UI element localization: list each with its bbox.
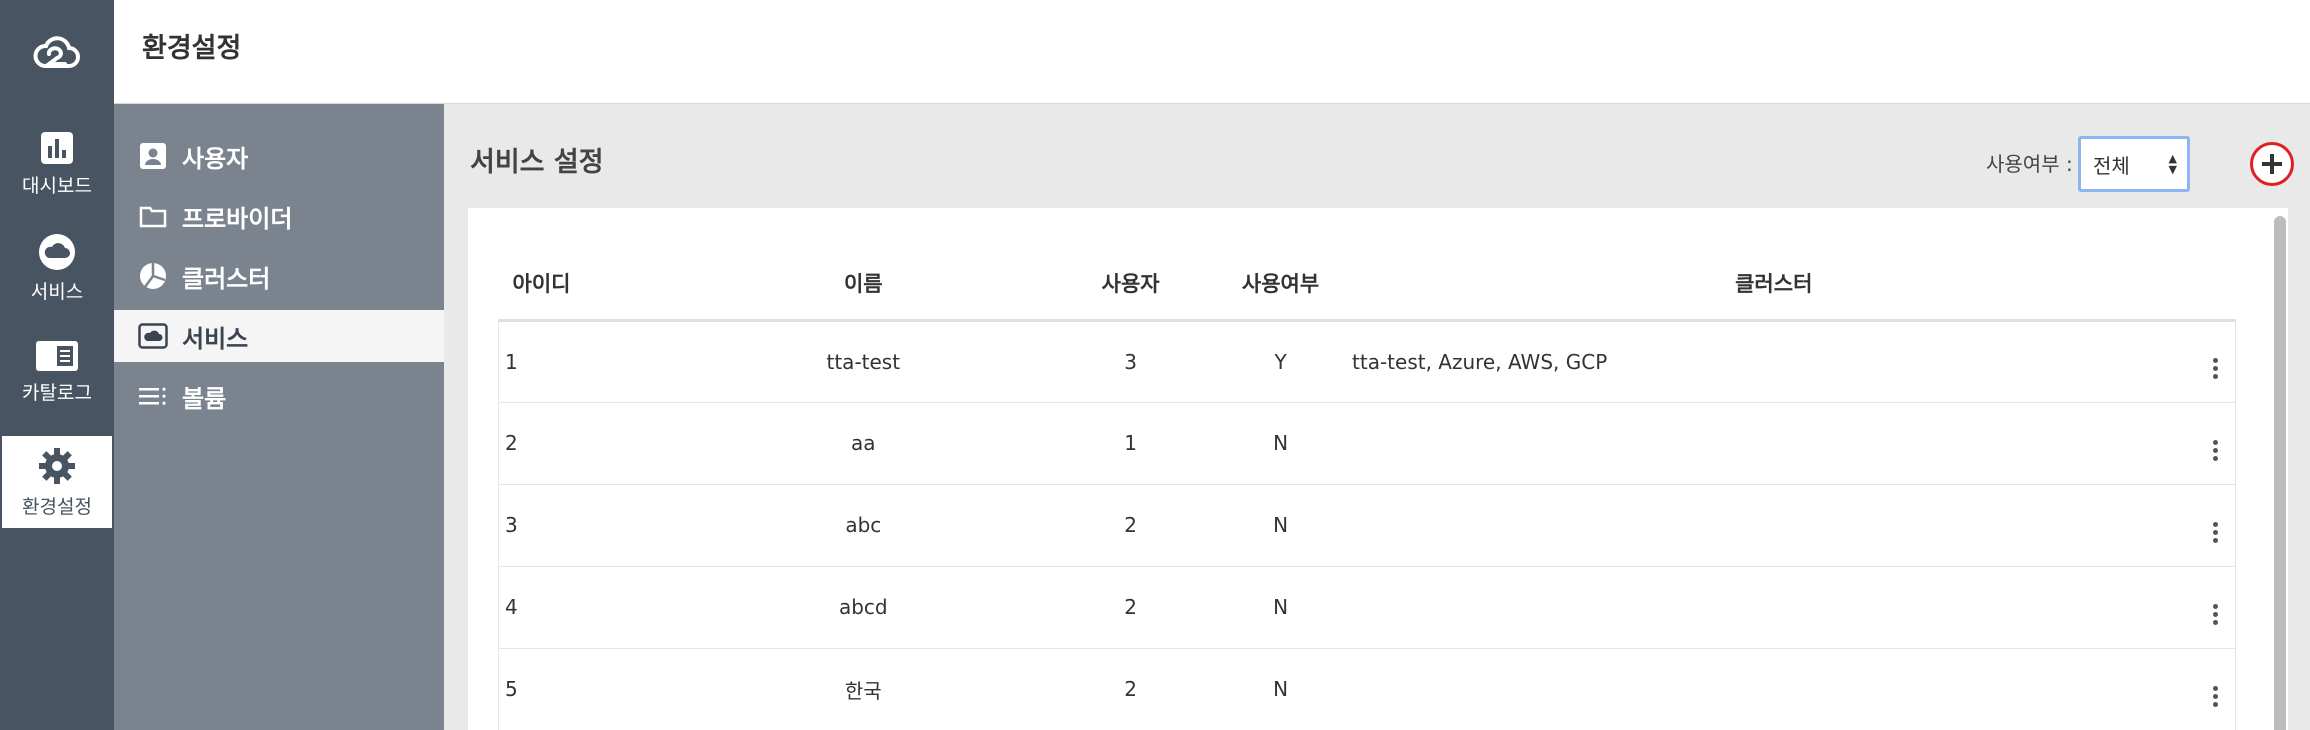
use-filter-label: 사용여부 : bbox=[1986, 152, 2073, 176]
cell-name: aa bbox=[851, 431, 876, 455]
gear-icon bbox=[39, 447, 75, 484]
table-header-row: 아이디 이름 사용자 사용여부 클러스터 bbox=[498, 248, 2236, 322]
submenu-item-label: 서비스 bbox=[182, 324, 249, 353]
cell-use: Y bbox=[1274, 349, 1287, 374]
icon-rail: 대시보드 서비스 카탈로그 환경설정 bbox=[0, 104, 114, 730]
column-header-id[interactable]: 아이디 bbox=[498, 248, 699, 322]
cell-cluster bbox=[1328, 484, 2195, 566]
logo[interactable] bbox=[0, 0, 114, 104]
cell-users: 2 bbox=[1124, 513, 1137, 537]
folder-icon bbox=[138, 201, 168, 231]
table-row[interactable]: 5 한국 2 N bbox=[498, 648, 2236, 730]
section-title: 서비스 설정 bbox=[470, 147, 604, 178]
column-header-cluster[interactable]: 클러스터 bbox=[1328, 248, 2196, 322]
bar-chart-icon bbox=[41, 131, 73, 164]
cell-use: N bbox=[1273, 677, 1289, 701]
cell-users: 3 bbox=[1124, 349, 1137, 374]
cloud-logo-icon bbox=[33, 36, 80, 68]
rail-item-label: 환경설정 bbox=[22, 495, 92, 518]
cell-cluster bbox=[1328, 402, 2195, 484]
cell-id: 1 bbox=[498, 320, 699, 402]
submenu-item-label: 사용자 bbox=[182, 144, 249, 173]
rail-item-catalog[interactable]: 카탈로그 bbox=[0, 326, 114, 418]
cell-name: 한국 bbox=[844, 678, 882, 703]
rail-item-settings[interactable]: 환경설정 bbox=[2, 436, 112, 528]
main-content: 서비스 설정 사용여부 : 전체 ▲ ▼ 아이디 이름 사용자 사용여부 클러스터 bbox=[444, 104, 2310, 730]
cell-use: N bbox=[1273, 431, 1289, 455]
cell-cluster bbox=[1328, 648, 2195, 730]
cell-cluster bbox=[1328, 566, 2195, 648]
table-row[interactable]: 1 tta-test 3 Y tta-test, Azure, AWS, GCP bbox=[498, 320, 2236, 402]
cell-id: 3 bbox=[498, 484, 699, 566]
page-title: 환경설정 bbox=[142, 33, 242, 64]
cell-use: N bbox=[1273, 595, 1289, 619]
cloud-icon bbox=[39, 233, 75, 270]
cell-name: abcd bbox=[838, 595, 888, 619]
cell-use: N bbox=[1273, 513, 1289, 537]
rail-item-label: 서비스 bbox=[30, 280, 84, 303]
service-table: 아이디 이름 사용자 사용여부 클러스터 1 tta-test 3 Y tta-… bbox=[498, 248, 2236, 730]
cell-users: 2 bbox=[1124, 595, 1137, 619]
use-filter-select[interactable]: 전체 ▲ ▼ bbox=[2078, 136, 2190, 192]
use-filter-value: 전체 bbox=[2093, 153, 2130, 178]
column-header-name[interactable]: 이름 bbox=[698, 248, 1029, 322]
rail-item-label: 카탈로그 bbox=[22, 381, 92, 404]
submenu-item-label: 프로바이더 bbox=[182, 204, 293, 233]
vertical-scrollbar[interactable] bbox=[2270, 208, 2288, 730]
select-arrows-icon: ▲ ▼ bbox=[2168, 152, 2177, 176]
rail-item-label: 대시보드 bbox=[22, 174, 92, 197]
submenu-item-provider[interactable]: 프로바이더 bbox=[114, 190, 444, 242]
cell-id: 5 bbox=[498, 648, 699, 730]
table-row[interactable]: 2 aa 1 N bbox=[498, 402, 2236, 484]
row-menu-icon[interactable] bbox=[2212, 358, 2218, 379]
sub-menu: 사용자 프로바이더 클러스터 서비스 볼륨 bbox=[114, 104, 444, 730]
row-menu-icon[interactable] bbox=[2212, 603, 2218, 625]
row-menu-icon[interactable] bbox=[2212, 439, 2218, 461]
cloud-box-icon bbox=[138, 321, 168, 351]
rail-item-dashboard[interactable]: 대시보드 bbox=[0, 118, 114, 210]
service-table-card: 아이디 이름 사용자 사용여부 클러스터 1 tta-test 3 Y tta-… bbox=[468, 208, 2272, 730]
submenu-item-volume[interactable]: 볼륨 bbox=[114, 370, 444, 422]
cell-cluster: tta-test, Azure, AWS, GCP bbox=[1352, 349, 1608, 374]
plus-icon bbox=[2262, 154, 2282, 174]
cell-id: 2 bbox=[498, 402, 699, 484]
cell-name: tta-test bbox=[826, 349, 901, 374]
submenu-item-label: 볼륨 bbox=[182, 384, 227, 413]
row-menu-icon[interactable] bbox=[2212, 521, 2218, 543]
column-header-users[interactable]: 사용자 bbox=[1028, 248, 1234, 322]
top-bar: 환경설정 bbox=[0, 0, 2310, 104]
cell-id: 4 bbox=[498, 566, 699, 648]
column-header-use[interactable]: 사용여부 bbox=[1233, 248, 1329, 322]
rail-item-service[interactable]: 서비스 bbox=[0, 222, 114, 314]
column-header-menu bbox=[2195, 248, 2236, 322]
submenu-item-users[interactable]: 사용자 bbox=[114, 130, 444, 182]
table-row[interactable]: 4 abcd 2 N bbox=[498, 566, 2236, 648]
cell-name: abc bbox=[845, 513, 882, 537]
pie-icon bbox=[138, 261, 168, 291]
list-icon bbox=[138, 381, 168, 411]
submenu-item-service[interactable]: 서비스 bbox=[114, 310, 444, 362]
submenu-item-cluster[interactable]: 클러스터 bbox=[114, 250, 444, 302]
row-menu-icon[interactable] bbox=[2212, 685, 2218, 707]
user-icon bbox=[138, 141, 168, 171]
cell-users: 2 bbox=[1124, 677, 1137, 701]
catalog-icon bbox=[36, 340, 78, 371]
add-service-button[interactable] bbox=[2250, 142, 2294, 186]
scrollbar-thumb[interactable] bbox=[2274, 216, 2286, 730]
submenu-item-label: 클러스터 bbox=[182, 264, 271, 293]
table-row[interactable]: 3 abc 2 N bbox=[498, 484, 2236, 566]
cell-users: 1 bbox=[1124, 431, 1137, 455]
